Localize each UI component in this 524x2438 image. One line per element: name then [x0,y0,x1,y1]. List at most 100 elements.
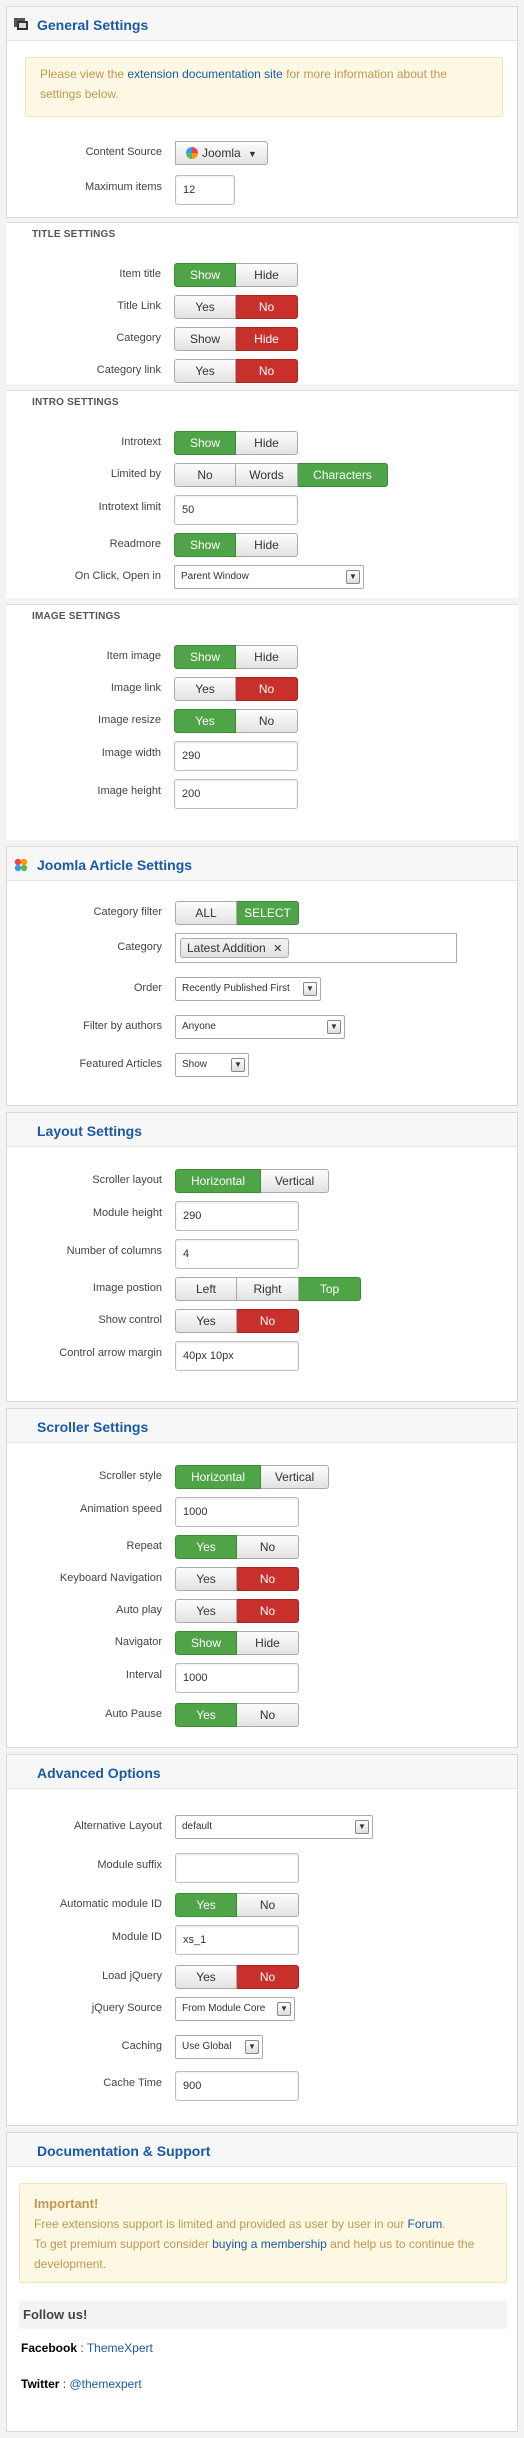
readmore-toggle[interactable]: Show Hide [174,533,298,557]
module-height-input[interactable]: 290 [175,1201,299,1231]
scroller-layout-label: Scroller layout [92,1174,162,1186]
navigator-toggle[interactable]: Show Hide [175,1631,299,1655]
onclick-row: On Click, Open in Parent Window ▼ [6,563,518,591]
introtext-limit-input[interactable]: 50 [174,495,298,525]
featured-select[interactable]: Show ▼ [175,1053,249,1077]
category-select-row: Category Latest Addition ✕ [7,931,519,963]
joomla-category-label: Category [117,941,162,953]
scroller-layout-toggle[interactable]: Horizontal Vertical [175,1169,329,1193]
filter-authors-row: Filter by authors Anyone ▼ [7,1013,519,1041]
category-link-label: Category link [96,364,161,376]
auto-id-label: Automatic module ID [59,1898,162,1910]
item-image-toggle[interactable]: Show Hide [174,645,298,669]
show-control-row: Show control Yes No [7,1307,519,1335]
membership-link[interactable]: buying a membership [212,2237,327,2251]
chevron-down-icon: ▼ [231,1058,245,1072]
category-multiselect[interactable]: Latest Addition ✕ [175,933,457,963]
item-title-row: Item title Show Hide [6,261,518,289]
alt-layout-label: Alternative Layout [73,1820,162,1832]
layout-settings-title: Layout Settings [37,1123,143,1139]
columns-label: Number of columns [66,1245,162,1257]
image-height-input[interactable]: 200 [174,779,298,809]
category-filter-row: Category filter ALL SELECT [7,899,519,927]
keyboard-toggle[interactable]: Yes No [175,1567,299,1591]
facebook-link[interactable]: ThemeXpert [87,2341,153,2355]
documentation-link[interactable]: extension documentation site [127,67,282,81]
module-suffix-row: Module suffix [7,1851,519,1883]
auto-id-row: Automatic module ID Yes No [7,1891,519,1919]
introtext-toggle[interactable]: Show Hide [174,431,298,455]
image-width-input[interactable]: 290 [174,741,298,771]
image-position-label: Image postion [92,1282,162,1294]
anim-speed-row: Animation speed 1000 [7,1495,519,1527]
close-icon[interactable]: ✕ [273,943,282,955]
arrow-margin-input[interactable]: 40px 10px [175,1341,299,1371]
chevron-down-icon: ▼ [248,149,257,159]
item-title-toggle[interactable]: Show Hide [174,263,298,287]
content-source-label: Content Source [85,146,162,158]
docs-support-panel: Documentation & Support Important! Free … [6,2132,518,2432]
repeat-toggle[interactable]: Yes No [175,1535,299,1559]
show-control-toggle[interactable]: Yes No [175,1309,299,1333]
image-resize-toggle[interactable]: Yes No [174,709,298,733]
intro-settings-heading: INTRO SETTINGS [32,397,119,408]
jquery-source-select[interactable]: From Module Core ▼ [175,1997,295,2021]
twitter-link[interactable]: @themexpert [69,2377,141,2391]
scroller-style-toggle[interactable]: Horizontal Vertical [175,1465,329,1489]
autoplay-toggle[interactable]: Yes No [175,1599,299,1623]
load-jquery-row: Load jQuery Yes No [7,1963,519,1991]
title-settings-section: TITLE SETTINGS Item title Show Hide Title… [6,222,518,384]
scroller-settings-panel: Scroller Settings Scroller style Horizon… [6,1408,518,1748]
forum-link[interactable]: Forum [408,2217,443,2231]
onclick-select[interactable]: Parent Window ▼ [174,565,364,589]
image-width-label: Image width [101,747,161,759]
navigator-row: Navigator Show Hide [7,1629,519,1657]
autopause-label: Auto Pause [105,1708,162,1720]
order-select[interactable]: Recently Published First ▼ [175,977,321,1001]
category-filter-toggle[interactable]: ALL SELECT [175,901,299,925]
anim-speed-input[interactable]: 1000 [175,1497,299,1527]
image-link-toggle[interactable]: Yes No [174,677,298,701]
cache-time-label: Cache Time [103,2077,162,2089]
item-image-row: Item image Show Hide [6,643,518,671]
columns-input[interactable]: 4 [175,1239,299,1269]
interval-input[interactable]: 1000 [175,1663,299,1693]
keyboard-label: Keyboard Navigation [59,1572,162,1584]
facebook-line: Facebook : ThemeXpert [21,2341,153,2355]
module-id-input[interactable]: xs_1 [175,1925,299,1955]
auto-id-toggle[interactable]: Yes No [175,1893,299,1917]
image-settings-section: IMAGE SETTINGS Item image Show Hide Image… [6,604,518,840]
load-jquery-toggle[interactable]: Yes No [175,1965,299,1989]
cache-time-input[interactable]: 900 [175,2071,299,2101]
joomla-article-settings-panel: Joomla Article Settings Category filter … [6,846,518,1106]
interval-label: Interval [125,1669,162,1681]
max-items-label: Maximum items [84,181,162,193]
jquery-source-row: jQuery Source From Module Core ▼ [7,1995,519,2023]
cache-time-row: Cache Time 900 [7,2069,519,2101]
title-link-toggle[interactable]: Yes No [174,295,298,319]
joomla-settings-title: Joomla Article Settings [37,857,193,873]
show-control-label: Show control [98,1314,162,1326]
autopause-toggle[interactable]: Yes No [175,1703,299,1727]
follow-heading: Follow us! [19,2301,507,2329]
scroller-style-row: Scroller style Horizontal Vertical [7,1463,519,1491]
featured-row: Featured Articles Show ▼ [7,1051,519,1079]
max-items-input[interactable]: 12 [175,175,235,205]
content-source-dropdown[interactable]: Joomla ▼ [175,141,268,165]
image-resize-row: Image resize Yes No [6,707,518,735]
module-suffix-input[interactable] [175,1853,299,1883]
image-link-label: Image link [110,682,161,694]
category-link-toggle[interactable]: Yes No [174,359,298,383]
category-toggle[interactable]: Show Hide [174,327,298,351]
image-position-toggle[interactable]: Left Right Top [175,1277,361,1301]
caching-select[interactable]: Use Global ▼ [175,2035,263,2059]
item-title-label: Item title [119,268,161,280]
title-link-row: Title Link Yes No [6,293,518,321]
joomla-icon [186,147,198,159]
autoplay-row: Auto play Yes No [7,1597,519,1625]
limited-by-toggle[interactable]: No Words Characters [174,463,388,487]
filter-authors-select[interactable]: Anyone ▼ [175,1015,345,1039]
category-tag[interactable]: Latest Addition ✕ [180,938,290,958]
general-settings-panel: General Settings Please view the extensi… [6,6,518,218]
alt-layout-select[interactable]: default ▼ [175,1815,373,1839]
